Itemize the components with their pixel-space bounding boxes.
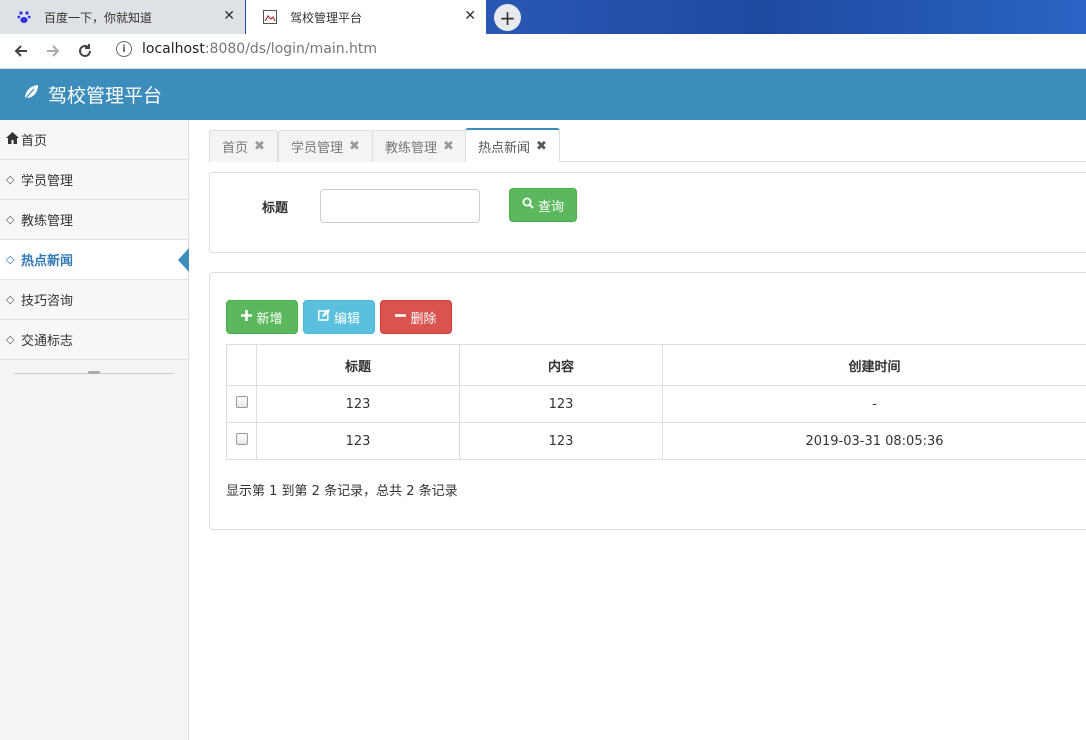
- row-select-cell: [226, 422, 257, 460]
- reload-icon[interactable]: [74, 40, 96, 62]
- url-host: localhost: [142, 41, 205, 57]
- cell-created-time: 2019-03-31 08:05:36: [662, 422, 1086, 460]
- close-icon[interactable]: ✕: [464, 8, 476, 24]
- back-arrow-icon[interactable]: [10, 40, 32, 62]
- diamond-icon: ◇: [6, 173, 15, 186]
- column-header-title[interactable]: 标题: [256, 344, 460, 386]
- url-field[interactable]: i localhost:8080/ds/login/main.htm: [116, 41, 377, 57]
- delete-button[interactable]: 删除: [380, 300, 452, 334]
- close-icon[interactable]: ✕: [223, 8, 235, 24]
- sidebar-item-hot-news[interactable]: ◇ 热点新闻: [0, 240, 189, 280]
- content-tab-bar: 首页 ✖ 学员管理 ✖ 教练管理 ✖ 热点新闻 ✖: [209, 128, 1086, 162]
- browser-tab-baidu[interactable]: 百度一下，你就知道 ✕: [0, 0, 245, 34]
- close-icon[interactable]: ✖: [536, 139, 547, 154]
- sidebar-item-tips[interactable]: ◇ 技巧咨询: [0, 280, 188, 320]
- forward-arrow-icon[interactable]: [42, 40, 64, 62]
- table-row[interactable]: 123 123 2019-03-31 08:05:36: [226, 422, 1086, 460]
- column-header-content[interactable]: 内容: [459, 344, 663, 386]
- news-table: 标题 内容 创建时间 123 123 - 123 123 2019-03-31 …: [226, 344, 1086, 460]
- search-button[interactable]: 查询: [509, 188, 577, 222]
- app-title: 驾校管理平台: [48, 85, 163, 107]
- diamond-icon: ◇: [6, 293, 15, 306]
- diamond-icon: ◇: [6, 253, 15, 266]
- sidebar-item-label: 教练管理: [21, 214, 74, 229]
- info-icon[interactable]: i: [116, 41, 132, 57]
- close-icon[interactable]: ✖: [349, 139, 360, 154]
- browser-tab-title: 百度一下，你就知道: [44, 10, 153, 25]
- edit-icon: [318, 309, 330, 325]
- browser-tab-title: 驾校管理平台: [290, 10, 363, 25]
- search-icon: [522, 197, 534, 213]
- table-row[interactable]: 123 123 -: [226, 385, 1086, 423]
- search-title-label: 标题: [262, 201, 289, 216]
- edit-button-label: 编辑: [333, 311, 360, 327]
- tab-students[interactable]: 学员管理 ✖: [278, 130, 373, 162]
- page-image-icon: [262, 9, 278, 25]
- leaf-icon: [22, 83, 40, 106]
- search-panel: 标题 查询: [209, 172, 1086, 253]
- app-header: 驾校管理平台: [0, 69, 1086, 120]
- search-title-input[interactable]: [320, 189, 480, 223]
- cell-content: 123: [459, 385, 663, 423]
- cell-title: 123: [256, 422, 460, 460]
- cell-created-time: -: [662, 385, 1086, 423]
- minus-icon: [395, 310, 407, 325]
- tab-label: 教练管理: [385, 141, 438, 156]
- url-path: :8080/ds/login/main.htm: [204, 41, 378, 57]
- row-checkbox[interactable]: [235, 433, 248, 445]
- sidebar: 首页 ◇ 学员管理 ◇ 教练管理 ◇ 热点新闻 ◇ 技巧咨询 ◇ 交通标志: [0, 120, 189, 740]
- tab-label: 学员管理: [291, 141, 344, 156]
- edit-button[interactable]: 编辑: [303, 300, 375, 334]
- sidebar-item-label: 热点新闻: [21, 254, 74, 269]
- tab-label: 首页: [222, 141, 249, 156]
- close-icon[interactable]: ✖: [254, 139, 265, 154]
- browser-tab-strip: 百度一下，你就知道 ✕ 驾校管理平台 ✕ +: [0, 0, 1086, 34]
- tab-hot-news[interactable]: 热点新闻 ✖: [465, 128, 560, 162]
- sidebar-item-home[interactable]: 首页: [0, 120, 188, 160]
- plus-icon: [241, 309, 253, 325]
- sidebar-item-coaches[interactable]: ◇ 教练管理: [0, 200, 188, 240]
- sidebar-item-students[interactable]: ◇ 学员管理: [0, 160, 188, 200]
- sidebar-collapse-handle[interactable]: [0, 360, 188, 386]
- cell-title: 123: [256, 385, 460, 423]
- diamond-icon: ◇: [6, 213, 15, 226]
- news-table-panel: 新增 编辑 删除 标题 内容 创建时间 123 123 - 123 123 20…: [209, 272, 1086, 530]
- close-icon[interactable]: ✖: [443, 139, 454, 154]
- tab-home[interactable]: 首页 ✖: [209, 130, 278, 162]
- column-header-created-time[interactable]: 创建时间: [662, 344, 1086, 386]
- diamond-icon: ◇: [6, 333, 15, 346]
- row-checkbox[interactable]: [235, 396, 248, 408]
- search-button-label: 查询: [537, 199, 564, 215]
- sidebar-item-traffic-signs[interactable]: ◇ 交通标志: [0, 320, 188, 360]
- tab-label: 热点新闻: [478, 140, 531, 156]
- add-button-label: 新增: [256, 311, 283, 327]
- sidebar-item-label: 交通标志: [21, 334, 74, 349]
- new-tab-button[interactable]: +: [494, 4, 521, 31]
- address-bar: i localhost:8080/ds/login/main.htm: [0, 34, 1086, 69]
- row-select-cell: [226, 385, 257, 423]
- add-button[interactable]: 新增: [226, 300, 298, 334]
- baidu-paw-icon: [16, 9, 32, 25]
- sidebar-item-label: 技巧咨询: [21, 294, 74, 309]
- select-all-cell: [226, 344, 257, 386]
- delete-button-label: 删除: [410, 311, 437, 327]
- tab-coaches[interactable]: 教练管理 ✖: [372, 130, 467, 162]
- browser-tab-driving-school[interactable]: 驾校管理平台 ✕: [246, 0, 486, 34]
- pagination-info: 显示第 1 到第 2 条记录，总共 2 条记录: [226, 484, 458, 499]
- cell-content: 123: [459, 422, 663, 460]
- sidebar-item-label: 首页: [21, 134, 48, 149]
- home-icon: [6, 132, 21, 147]
- sidebar-item-label: 学员管理: [21, 174, 74, 189]
- table-header-row: 标题 内容 创建时间: [226, 344, 1086, 386]
